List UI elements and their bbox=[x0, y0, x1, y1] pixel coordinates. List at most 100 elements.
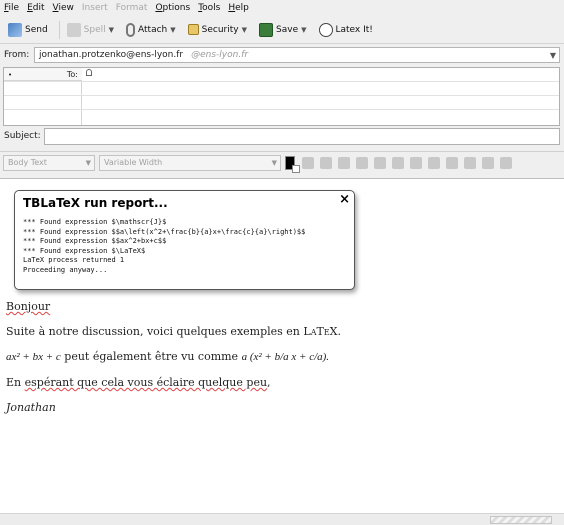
send-label: Send bbox=[25, 24, 48, 35]
format-toolbar: Body Text ▼ Variable Width ▼ bbox=[0, 151, 564, 173]
math-expression-polynomial: ax² + bx + c bbox=[6, 351, 61, 363]
progress-meter bbox=[490, 516, 552, 524]
text-color-picker bbox=[285, 155, 300, 173]
body-line-3: En espérant que cela vous éclaire quelqu… bbox=[6, 376, 271, 389]
subject-row: Subject: bbox=[0, 128, 564, 146]
body-line-3-squiggled: espérant que cela vous éclaire quelque p… bbox=[24, 376, 268, 389]
attach-button[interactable]: Attach ▼ bbox=[122, 19, 180, 41]
compose-toolbar: Send Spell ▼ Attach ▼ Security ▼ Save ▼ … bbox=[0, 16, 564, 44]
underline-icon bbox=[374, 156, 386, 169]
body-line-2-text: peut également être vu comme bbox=[60, 350, 242, 363]
recipients-list: • To: bbox=[3, 67, 560, 126]
body-line-1: Suite à notre discussion, voici quelques… bbox=[6, 325, 341, 338]
menu-file-label: ile bbox=[8, 3, 20, 13]
body-line-3-suffix: , bbox=[267, 376, 271, 389]
from-label: From: bbox=[4, 50, 30, 60]
font-select: Variable Width ▼ bbox=[99, 154, 281, 171]
bold-icon bbox=[338, 156, 350, 169]
attach-label: Attach bbox=[138, 24, 168, 35]
log-line: *** Found expression $\mathscr{J}$ bbox=[23, 218, 167, 226]
recipient-row bbox=[4, 68, 559, 82]
security-button[interactable]: Security ▼ bbox=[184, 19, 251, 41]
from-address: jonathan.protzenko@ens-lyon.fr bbox=[39, 50, 184, 60]
menu-tools-label: ools bbox=[202, 3, 221, 13]
menu-tools[interactable]: Tools bbox=[198, 3, 220, 13]
body-line-2: ax² + bx + c peut également être vu comm… bbox=[6, 350, 329, 363]
chevron-down-icon: ▼ bbox=[85, 158, 91, 167]
close-icon[interactable]: × bbox=[339, 192, 350, 207]
body-line-3-prefix: En bbox=[6, 376, 25, 389]
log-line: *** Found expression $\LaTeX$ bbox=[23, 246, 146, 255]
tblatex-report-popup: TBLaTeX run report... × *** Found expres… bbox=[14, 190, 355, 290]
menu-options[interactable]: Options bbox=[155, 3, 190, 13]
compose-window: File Edit View Insert Format Options Too… bbox=[0, 0, 564, 525]
from-identity-hint: @ens-lyon.fr bbox=[191, 50, 249, 60]
send-icon bbox=[8, 22, 22, 37]
security-label: Security bbox=[201, 24, 239, 35]
font-smaller-icon bbox=[302, 156, 314, 169]
spell-check-icon bbox=[66, 22, 81, 37]
menu-edit-label: dit bbox=[32, 3, 45, 13]
log-line: Proceeding anyway... bbox=[23, 265, 108, 274]
subject-label: Subject: bbox=[4, 131, 41, 141]
toolbar-separator bbox=[58, 20, 60, 39]
greeting-line: Bonjour bbox=[6, 300, 50, 313]
from-select[interactable]: jonathan.protzenko@ens-lyon.fr @ens-lyon… bbox=[34, 47, 560, 63]
chevron-down-icon: ▼ bbox=[271, 158, 277, 167]
menu-file[interactable]: File bbox=[4, 3, 19, 13]
recipient-row[interactable] bbox=[4, 96, 559, 110]
smiley-icon bbox=[500, 156, 512, 169]
menu-format: Format bbox=[115, 3, 148, 13]
spell-button: Spell ▼ bbox=[63, 19, 118, 41]
signature-line: Jonathan bbox=[6, 401, 56, 414]
send-button[interactable]: Send bbox=[4, 19, 52, 41]
subject-input[interactable] bbox=[44, 128, 560, 145]
paperclip-icon bbox=[126, 22, 136, 37]
save-button[interactable]: Save ▼ bbox=[255, 19, 310, 41]
bullet-list-icon bbox=[392, 156, 404, 169]
font-larger-icon bbox=[320, 156, 332, 169]
recipient-row[interactable] bbox=[4, 82, 559, 96]
log-line: LaTeX process returned 1 bbox=[23, 256, 125, 265]
log-line: *** Found expression $$ax^2+bx+c$$ bbox=[23, 237, 167, 246]
from-row: From: jonathan.protzenko@ens-lyon.fr @en… bbox=[0, 45, 564, 65]
popup-title: TBLaTeX run report... bbox=[23, 196, 168, 210]
log-line: *** Found expression $$a\left(x^2+\frac{… bbox=[23, 227, 306, 236]
font-value: Variable Width bbox=[104, 158, 163, 167]
signature-text: Jonathan bbox=[6, 401, 56, 414]
chevron-down-icon[interactable]: ▼ bbox=[170, 26, 175, 34]
menu-insert: Insert bbox=[81, 3, 108, 13]
menu-help[interactable]: Help bbox=[228, 3, 249, 13]
insert-icon bbox=[482, 156, 494, 169]
align-icon bbox=[464, 156, 476, 169]
menu-view[interactable]: View bbox=[53, 3, 74, 13]
chevron-down-icon: ▼ bbox=[549, 51, 556, 60]
paragraph-style-select: Body Text ▼ bbox=[3, 154, 95, 171]
latex-it-button[interactable]: Latex It! bbox=[315, 19, 377, 41]
save-disk-icon bbox=[259, 22, 274, 37]
menu-edit[interactable]: Edit bbox=[27, 3, 44, 13]
body-line-1-text: Suite à notre discussion, voici quelques… bbox=[6, 325, 304, 338]
save-label: Save bbox=[276, 24, 299, 35]
latex-icon bbox=[318, 22, 333, 37]
greeting-text: Bonjour bbox=[6, 300, 51, 313]
chevron-down-icon: ▼ bbox=[108, 25, 115, 34]
menu-options-key: O bbox=[155, 3, 163, 13]
indent-icon bbox=[446, 156, 458, 169]
recipient-row[interactable] bbox=[4, 110, 559, 124]
italic-icon bbox=[356, 156, 368, 169]
lock-icon bbox=[187, 24, 199, 35]
latex-label: Latex It! bbox=[335, 24, 373, 35]
latex-logo: LaTeX. bbox=[303, 325, 341, 338]
math-expression-factored: a (x² + b/a x + c/a). bbox=[241, 351, 330, 363]
paragraph-style-value: Body Text bbox=[8, 158, 47, 167]
menu-options-label: ptions bbox=[162, 3, 191, 13]
outdent-icon bbox=[428, 156, 440, 169]
menu-view-label: iew bbox=[58, 3, 74, 13]
menu-help-label: elp bbox=[235, 3, 249, 13]
chevron-down-icon[interactable]: ▼ bbox=[301, 26, 306, 34]
numbered-list-icon bbox=[410, 156, 422, 169]
status-bar bbox=[0, 513, 564, 525]
chevron-down-icon[interactable]: ▼ bbox=[242, 26, 247, 34]
menu-bar: File Edit View Insert Format Options Too… bbox=[0, 0, 564, 16]
